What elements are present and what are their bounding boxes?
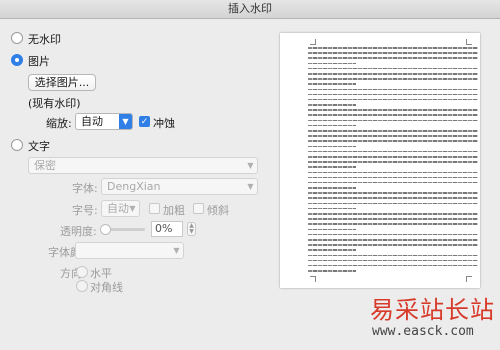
- preview-line: [308, 88, 478, 91]
- corner-mark: [466, 276, 472, 282]
- preview-line: [308, 72, 478, 75]
- preview-line: [308, 181, 478, 184]
- preview-line: [308, 145, 356, 148]
- transparency-slider-knob[interactable]: [100, 224, 111, 235]
- preview-line: [308, 264, 478, 267]
- preview-line: [308, 259, 478, 262]
- radio-no-watermark[interactable]: [11, 32, 23, 44]
- preview-line: [308, 124, 356, 127]
- transparency-input[interactable]: 0%: [151, 221, 183, 237]
- chevron-down-icon: ▼: [247, 161, 254, 170]
- preview-line: [308, 104, 356, 106]
- text-content-value: 保密: [34, 159, 56, 172]
- transparency-label: 透明度:: [60, 225, 97, 238]
- size-label: 字号:: [72, 204, 98, 217]
- corner-mark: [310, 276, 316, 282]
- preview-line: [308, 109, 478, 111]
- preview-line: [308, 223, 478, 225]
- preview-line: [308, 228, 356, 231]
- checkmark-icon: ✓: [140, 117, 149, 127]
- preview-line: [308, 197, 478, 200]
- preview-line: [308, 254, 478, 257]
- size-select[interactable]: 自动 ▼: [101, 200, 140, 217]
- preview-line: [308, 83, 356, 85]
- page-preview: [280, 33, 480, 288]
- bold-checkbox[interactable]: [149, 203, 160, 214]
- italic-checkbox[interactable]: [193, 203, 204, 214]
- radio-text[interactable]: [11, 139, 23, 151]
- no-watermark-label: 无水印: [28, 33, 61, 46]
- font-select-value: DengXian: [107, 180, 161, 193]
- preview-line: [308, 52, 478, 54]
- preview-line: [308, 93, 478, 96]
- text-label: 文字: [28, 140, 50, 153]
- preview-line: [308, 244, 478, 246]
- preview-line: [308, 67, 478, 70]
- preview-line: [308, 130, 478, 132]
- preview-line: [308, 218, 478, 220]
- corner-mark: [310, 39, 316, 45]
- preview-line: [308, 98, 478, 101]
- radio-diagonal[interactable]: [76, 280, 88, 292]
- bold-label: 加粗: [163, 204, 185, 217]
- italic-label: 倾斜: [207, 204, 229, 217]
- scale-label: 缩放:: [46, 117, 72, 130]
- preview-line: [308, 270, 356, 272]
- chevron-down-icon: ▼: [173, 246, 180, 255]
- font-label: 字体:: [72, 182, 98, 195]
- preview-line: [308, 150, 478, 153]
- preview-line: [308, 171, 478, 174]
- radio-horizontal[interactable]: [76, 266, 88, 278]
- preview-line: [308, 207, 356, 210]
- preview-line: [308, 202, 478, 205]
- preview-line: [308, 187, 356, 189]
- font-color-select[interactable]: ▼: [75, 242, 184, 259]
- site-logo-text: 易采站长站: [370, 296, 495, 324]
- chevron-down-icon: ▼: [129, 204, 136, 213]
- scale-select-value: 自动: [81, 115, 103, 128]
- picture-label: 图片: [28, 55, 50, 68]
- diagonal-label: 对角线: [90, 281, 123, 294]
- preview-line: [308, 161, 478, 163]
- chevron-down-icon: ▼: [247, 182, 254, 191]
- font-select[interactable]: DengXian ▼: [101, 178, 258, 195]
- preview-line: [308, 78, 478, 80]
- scale-select[interactable]: 自动 ▼: [75, 113, 133, 130]
- preview-text-lines: [308, 47, 478, 275]
- preview-line: [308, 249, 356, 251]
- current-watermark-label: (现有水印): [28, 97, 81, 110]
- washout-label: 冲蚀: [153, 117, 175, 130]
- preview-line: [308, 238, 478, 241]
- preview-line: [308, 57, 478, 59]
- preview-line: [308, 192, 478, 194]
- preview-line: [308, 233, 478, 236]
- site-url: www.easck.com: [372, 324, 474, 339]
- radio-picture[interactable]: [11, 54, 23, 66]
- preview-line: [308, 135, 478, 137]
- preview-line: [308, 213, 478, 215]
- preview-line: [308, 62, 356, 65]
- select-picture-button[interactable]: 选择图片...: [28, 74, 96, 91]
- preview-line: [308, 140, 478, 142]
- corner-mark: [466, 39, 472, 45]
- preview-line: [308, 176, 478, 179]
- stepper-icon[interactable]: ▲ ▼: [187, 222, 196, 236]
- chevron-down-icon: ▼: [119, 114, 132, 129]
- preview-line: [308, 166, 356, 168]
- text-content-select[interactable]: 保密 ▼: [28, 157, 258, 174]
- preview-line: [308, 155, 478, 158]
- washout-checkbox[interactable]: ✓: [139, 116, 150, 127]
- preview-line: [308, 47, 478, 49]
- preview-line: [308, 119, 478, 122]
- window-title: 插入水印: [0, 0, 500, 19]
- preview-line: [308, 114, 478, 117]
